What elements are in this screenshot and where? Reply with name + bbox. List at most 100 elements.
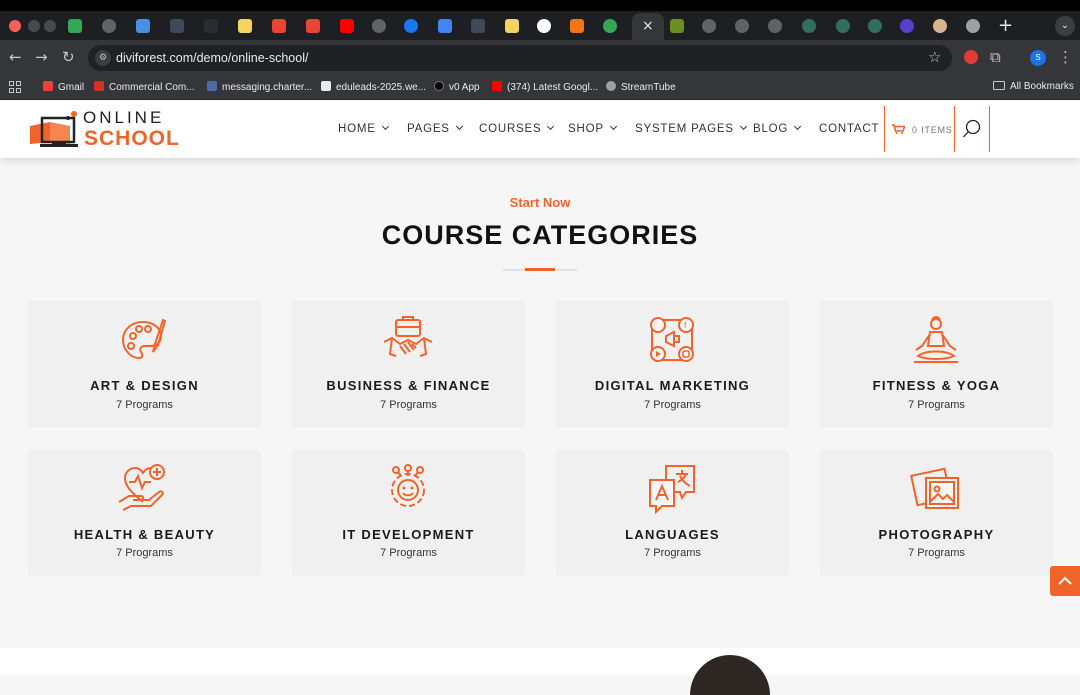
tab-favicon-gmail-icon[interactable] xyxy=(306,19,320,33)
tab-favicon-globe-icon[interactable] xyxy=(768,19,782,33)
minimize-window-button[interactable] xyxy=(28,20,40,32)
bookmark-commercial[interactable]: Commercial Com... xyxy=(94,81,195,93)
new-tab-button[interactable]: + xyxy=(998,15,1013,36)
nav-label: HOME xyxy=(338,123,376,135)
category-title[interactable]: FITNESS & YOGA xyxy=(820,378,1053,393)
category-programs: 7 Programs xyxy=(908,399,965,411)
nav-label: CONTACT xyxy=(819,123,880,135)
tab-favicon-badge-icon[interactable] xyxy=(603,19,617,33)
bookmark-star-icon[interactable]: ☆ xyxy=(928,48,941,66)
bookmark-streamtube[interactable]: StreamTube xyxy=(606,81,676,93)
tab-favicon-m-icon[interactable] xyxy=(136,19,150,33)
bookmark-label: Commercial Com... xyxy=(109,82,195,93)
bookmark-label: eduleads-2025.we... xyxy=(336,82,427,93)
tab-favicon-gmail-icon[interactable] xyxy=(272,19,286,33)
category-programs: 7 Programs xyxy=(908,547,965,559)
nav-system-pages[interactable]: SYSTEM PAGES xyxy=(635,122,747,135)
tab-bar-edge xyxy=(0,0,1080,11)
tab-favicon-c-icon[interactable] xyxy=(238,19,252,33)
bookmark-v0[interactable]: v0 App xyxy=(434,81,480,93)
title-divider-accent xyxy=(525,268,555,271)
section-title: COURSE CATEGORIES xyxy=(381,220,699,250)
bookmark-messaging[interactable]: messaging.charter... xyxy=(207,81,312,93)
category-title[interactable]: LANGUAGES xyxy=(556,527,789,542)
tab-favicon-facebook-icon[interactable] xyxy=(404,19,418,33)
category-programs: 7 Programs xyxy=(116,547,173,559)
translate-icon xyxy=(649,465,695,514)
bookmark-youtube[interactable]: (374) Latest Googl... xyxy=(492,81,598,93)
chevron-down-icon xyxy=(455,122,463,131)
tab-favicon-google-icon[interactable] xyxy=(537,19,551,33)
nav-shop[interactable]: SHOP xyxy=(568,122,617,135)
tab-favicon-globe-icon[interactable] xyxy=(102,19,116,33)
developer-icon xyxy=(391,464,425,507)
tab-favicon-c-icon[interactable] xyxy=(505,19,519,33)
nav-home[interactable]: HOME xyxy=(338,122,389,135)
chevron-up-icon xyxy=(1058,576,1072,585)
tab-favicon-orange-icon[interactable] xyxy=(570,19,584,33)
nav-blog[interactable]: BLOG xyxy=(753,122,802,135)
tab-favicon-avatar-icon[interactable] xyxy=(933,19,947,33)
tab-favicon-link-icon[interactable] xyxy=(204,19,218,33)
close-window-button[interactable] xyxy=(9,20,21,32)
tab-favicon-arrow-icon[interactable] xyxy=(471,19,485,33)
category-programs: 7 Programs xyxy=(380,547,437,559)
social-media-icon: f xyxy=(650,317,694,362)
tab-favicon-icon[interactable] xyxy=(836,19,850,33)
palette-icon xyxy=(121,318,167,360)
tab-favicon-chrome-icon[interactable] xyxy=(966,19,980,33)
scroll-to-top-button[interactable] xyxy=(1050,566,1080,596)
extension-icon[interactable] xyxy=(964,50,978,64)
tab-favicon-icon[interactable] xyxy=(670,19,684,33)
tab-favicon-v-icon[interactable] xyxy=(900,19,914,33)
messaging-icon xyxy=(207,81,217,91)
nav-courses[interactable]: COURSES xyxy=(479,122,555,135)
photo-icon xyxy=(910,467,959,509)
forward-arrow-icon[interactable]: → xyxy=(35,48,48,66)
bookmark-gmail[interactable]: Gmail xyxy=(43,81,84,93)
apps-grid-icon[interactable] xyxy=(9,81,21,93)
cart-count[interactable]: 0 ITEMS xyxy=(912,125,953,135)
cart-icon[interactable] xyxy=(892,124,905,134)
tab-favicon-youtube-icon[interactable] xyxy=(340,19,354,33)
yoga-icon xyxy=(914,316,958,363)
menu-kebab-icon[interactable]: ⋮ xyxy=(1058,48,1073,66)
category-title[interactable]: ART & DESIGN xyxy=(28,378,261,393)
category-title[interactable]: IT DEVELOPMENT xyxy=(292,527,525,542)
nav-pages[interactable]: PAGES xyxy=(407,122,463,135)
category-programs: 7 Programs xyxy=(644,399,701,411)
category-title[interactable]: HEALTH & BEAUTY xyxy=(28,527,261,542)
back-arrow-icon[interactable]: ← xyxy=(9,48,22,66)
bookmark-eduleads[interactable]: eduleads-2025.we... xyxy=(321,81,426,93)
tab-favicon-docs-icon[interactable] xyxy=(438,19,452,33)
tab-favicon-arrow-icon[interactable] xyxy=(170,19,184,33)
search-icon[interactable] xyxy=(962,119,982,139)
all-bookmarks-button[interactable]: All Bookmarks xyxy=(993,81,1074,92)
tab-favicon-icon[interactable] xyxy=(802,19,816,33)
reload-icon[interactable]: ↻ xyxy=(62,48,75,66)
maximize-window-button[interactable] xyxy=(44,20,56,32)
eduleads-icon xyxy=(321,81,331,91)
category-title[interactable]: PHOTOGRAPHY xyxy=(820,527,1053,542)
nav-label: PAGES xyxy=(407,123,450,135)
category-programs: 7 Programs xyxy=(380,399,437,411)
youtube-icon xyxy=(492,81,502,91)
bookmark-label: v0 App xyxy=(449,82,480,93)
logo-text-school: SCHOOL xyxy=(84,127,180,150)
site-settings-icon[interactable]: ⚙ xyxy=(95,50,111,66)
profile-avatar[interactable]: S xyxy=(1030,50,1046,66)
tab-favicon-globe-icon[interactable] xyxy=(735,19,749,33)
nav-contact[interactable]: CONTACT xyxy=(819,123,879,135)
extensions-puzzle-icon[interactable]: ⧉ xyxy=(990,48,1001,66)
logo-text-online: ONLINE xyxy=(83,108,165,127)
category-programs: 7 Programs xyxy=(116,399,173,411)
tab-favicon-icon[interactable] xyxy=(868,19,882,33)
tab-search-chevron-icon[interactable]: ⌄ xyxy=(1055,16,1075,36)
category-title[interactable]: BUSINESS & FINANCE xyxy=(292,378,525,393)
tab-favicon-sheets-icon[interactable] xyxy=(68,19,82,33)
tab-close-icon[interactable]: × xyxy=(642,18,654,34)
category-title[interactable]: DIGITAL MARKETING xyxy=(556,378,789,393)
tab-favicon-openai-icon[interactable] xyxy=(372,19,386,33)
url-text[interactable]: diviforest.com/demo/online-school/ xyxy=(116,51,308,65)
tab-favicon-globe-icon[interactable] xyxy=(702,19,716,33)
